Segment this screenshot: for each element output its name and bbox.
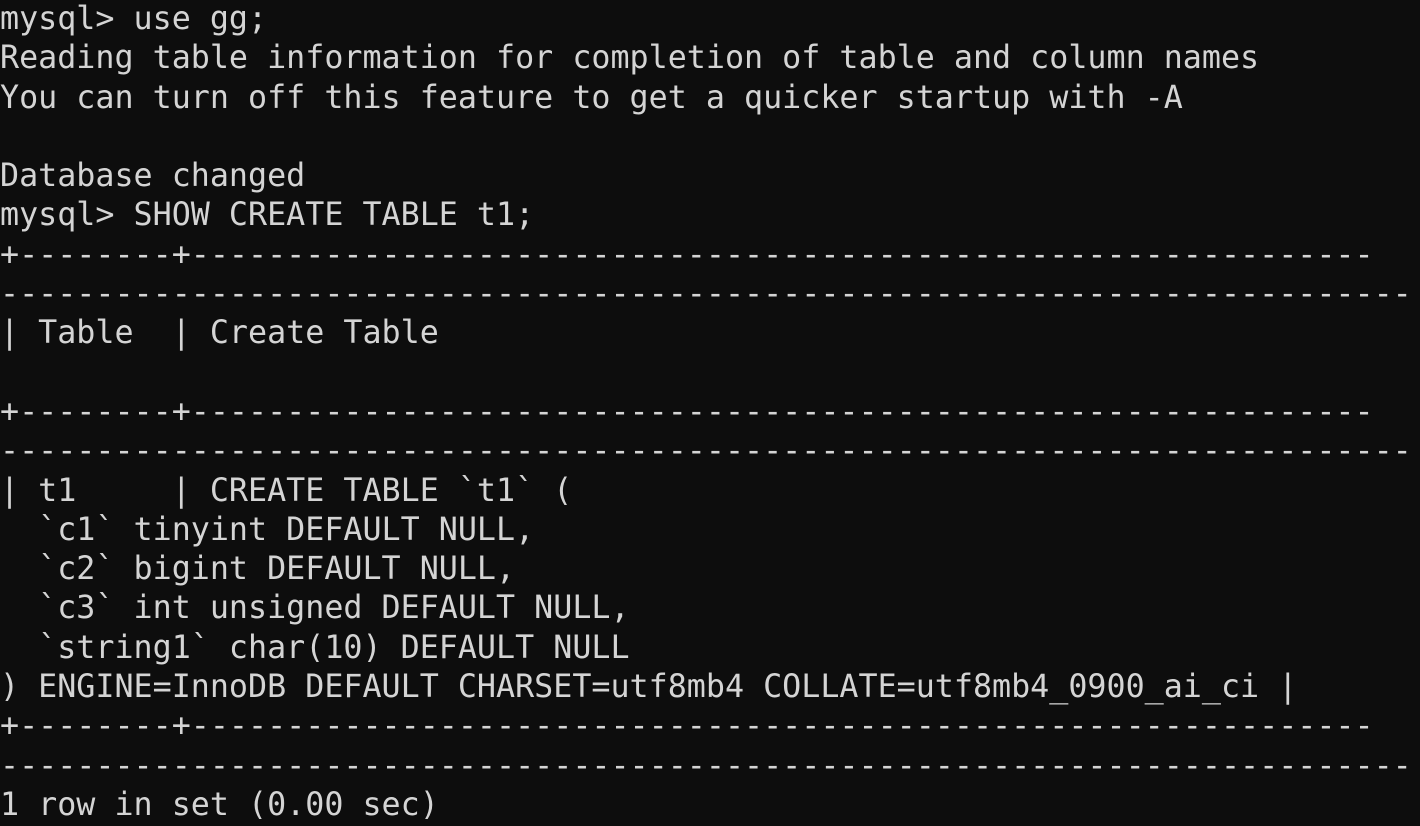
table-border-top-wrap: ----------------------------------------… bbox=[0, 276, 1412, 313]
command-show-create-table: mysql> SHOW CREATE TABLE t1; bbox=[0, 197, 535, 234]
table-border-middle: +--------+------------------------------… bbox=[0, 393, 1374, 430]
table-border-bottom: +--------+------------------------------… bbox=[0, 708, 1374, 745]
output-reading-table-information: Reading table information for completion… bbox=[0, 40, 1260, 77]
output-turn-off-feature: You can turn off this feature to get a q… bbox=[0, 79, 1183, 116]
column-definition-c1: `c1` tinyint DEFAULT NULL, bbox=[0, 511, 535, 548]
output-database-changed: Database changed bbox=[0, 158, 306, 195]
column-definition-string1: `string1` char(10) DEFAULT NULL bbox=[0, 629, 630, 666]
table-header-row: | Table | Create Table bbox=[0, 315, 439, 352]
column-definition-c3: `c3` int unsigned DEFAULT NULL, bbox=[0, 590, 630, 627]
terminal-screen[interactable]: mysql> use gg; Reading table information … bbox=[0, 0, 1420, 826]
table-row-create-statement: | t1 | CREATE TABLE `t1` ( bbox=[0, 472, 573, 509]
table-options-line: ) ENGINE=InnoDB DEFAULT CHARSET=utf8mb4 … bbox=[0, 669, 1298, 706]
output-row-count: 1 row in set (0.00 sec) bbox=[0, 786, 439, 823]
table-border-bottom-wrap: ----------------------------------------… bbox=[0, 747, 1412, 784]
column-definition-c2: `c2` bigint DEFAULT NULL, bbox=[0, 551, 516, 588]
table-border-top: +--------+------------------------------… bbox=[0, 236, 1374, 273]
table-border-middle-wrap: ----------------------------------------… bbox=[0, 433, 1412, 470]
command-use-database: mysql> use gg; bbox=[0, 1, 268, 37]
